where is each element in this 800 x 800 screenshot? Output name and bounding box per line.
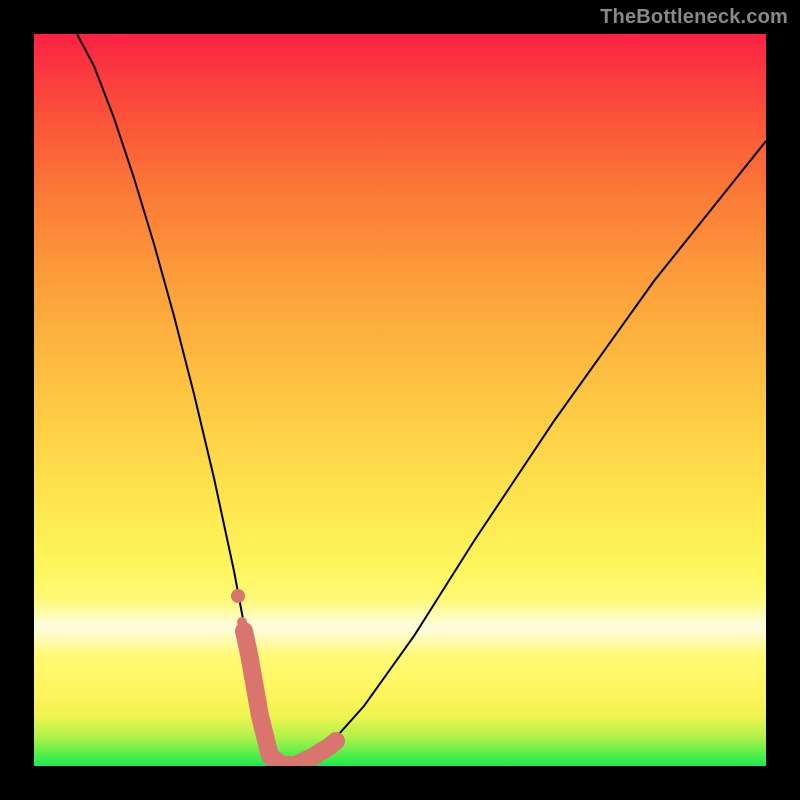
watermark-text: TheBottleneck.com [600, 6, 788, 29]
highlight-band [244, 631, 336, 765]
bottleneck-curve [77, 34, 766, 763]
chart-frame [34, 34, 766, 766]
highlight-dot-upper [231, 589, 245, 603]
highlight-dot-lower [237, 617, 247, 627]
chart-svg [34, 34, 766, 766]
